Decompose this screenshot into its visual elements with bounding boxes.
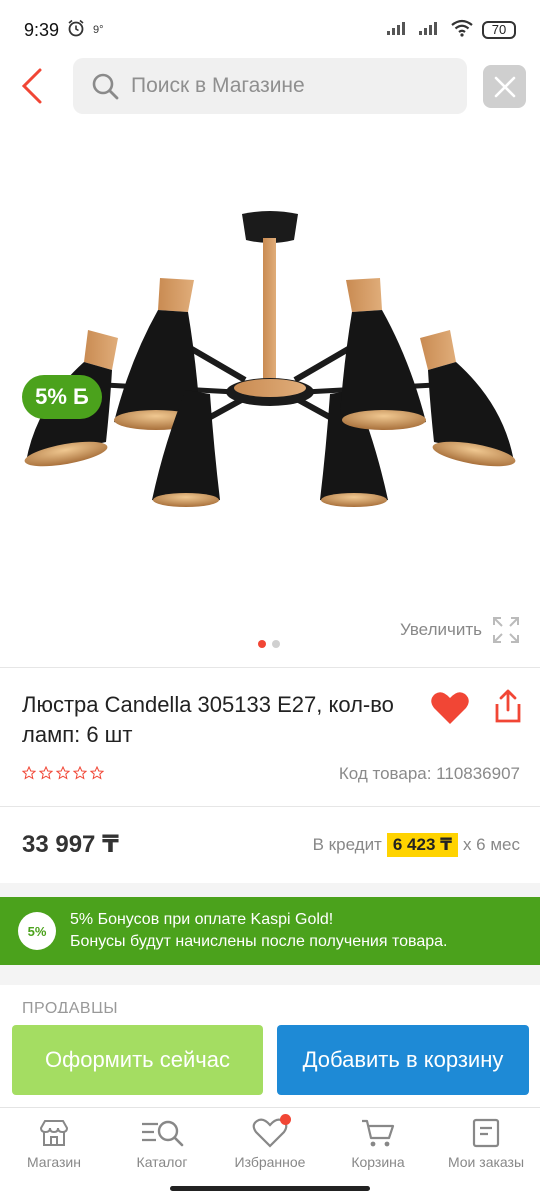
- bottom-tab-bar: Магазин Каталог Избранное Корзина Мои за…: [0, 1107, 540, 1180]
- tab-cart[interactable]: Корзина: [324, 1108, 432, 1180]
- search-box[interactable]: [73, 58, 467, 114]
- heart-icon: [431, 692, 469, 724]
- product-sku: Код товара: 110836907: [338, 764, 520, 783]
- star-icon: [22, 766, 36, 780]
- search-input[interactable]: [131, 74, 431, 98]
- star-icon: [39, 766, 53, 780]
- share-button[interactable]: [494, 688, 522, 724]
- credit-suffix: x 6 мес: [462, 835, 520, 854]
- product-title: Люстра Candella 305133 E27, кол-во ламп:…: [22, 692, 394, 747]
- divider: [0, 667, 540, 668]
- tab-label: Каталог: [136, 1154, 188, 1170]
- cart-icon: [362, 1119, 395, 1147]
- tab-label: Мои заказы: [447, 1154, 525, 1170]
- home-indicator[interactable]: [170, 1186, 370, 1191]
- favorite-button[interactable]: [430, 690, 470, 728]
- back-button[interactable]: [18, 66, 48, 106]
- tab-label: Корзина: [351, 1154, 405, 1170]
- zoom-label: Увеличить: [400, 620, 482, 639]
- tab-favorites[interactable]: Избранное: [216, 1108, 324, 1180]
- credit-info[interactable]: В кредит 6 423 ₸ x 6 мес: [313, 833, 520, 857]
- section-gap: [0, 965, 540, 985]
- bonus-banner-line2: Бонусы будут начислены после получения т…: [70, 933, 448, 950]
- notification-dot: [280, 1114, 291, 1125]
- tab-label: Магазин: [26, 1154, 81, 1170]
- credit-prefix: В кредит: [312, 835, 382, 854]
- search-icon: [92, 73, 119, 100]
- credit-amount: 6 423 ₸: [386, 833, 458, 857]
- action-bar: Оформить сейчас Добавить в корзину: [0, 1013, 540, 1105]
- close-icon: [494, 76, 515, 97]
- back-arrow-icon: [21, 68, 42, 104]
- star-icon: [56, 766, 70, 780]
- alarm-icon: [67, 19, 85, 42]
- bonus-badge: 5% Б: [22, 375, 102, 419]
- share-icon: [495, 689, 521, 723]
- bonus-banner-text: 5% Бонусов при оплате Kaspi Gold! Бонусы…: [70, 909, 447, 953]
- temperature-label: 9°: [93, 24, 104, 36]
- pagination-dot[interactable]: [272, 640, 280, 648]
- tab-catalog[interactable]: Каталог: [108, 1108, 216, 1180]
- top-bar: [0, 58, 540, 116]
- rating-stars: [22, 766, 104, 780]
- tab-label: Избранное: [234, 1154, 306, 1170]
- tab-shop[interactable]: Магазин: [0, 1108, 108, 1180]
- tab-orders[interactable]: Мои заказы: [432, 1108, 540, 1180]
- clear-search-button[interactable]: [483, 65, 526, 108]
- status-bar: 9:39 9° 70: [0, 0, 540, 60]
- image-pagination: [258, 640, 280, 648]
- pagination-dot-active[interactable]: [258, 640, 266, 648]
- signal-icon-2: [418, 20, 442, 41]
- battery-indicator: 70: [482, 21, 516, 39]
- shop-icon: [39, 1120, 69, 1146]
- star-icon: [90, 766, 104, 780]
- bonus-circle: 5%: [18, 912, 56, 950]
- star-icon: [73, 766, 87, 780]
- product-price: 33 997 ₸: [22, 831, 119, 858]
- signal-icon: [386, 20, 410, 41]
- add-to-cart-button[interactable]: Добавить в корзину: [277, 1025, 529, 1095]
- divider: [0, 806, 540, 807]
- section-gap: [0, 883, 540, 897]
- catalog-search-icon: [142, 1120, 184, 1147]
- bonus-banner[interactable]: 5% 5% Бонусов при оплате Kaspi Gold! Бон…: [0, 897, 540, 965]
- wifi-icon: [450, 19, 474, 42]
- checkout-now-button[interactable]: Оформить сейчас: [12, 1025, 263, 1095]
- orders-icon: [472, 1118, 500, 1148]
- zoom-link[interactable]: Увеличить: [400, 616, 520, 644]
- status-time: 9:39: [24, 19, 60, 40]
- expand-icon: [493, 617, 519, 643]
- bonus-banner-line1: 5% Бонусов при оплате Kaspi Gold!: [70, 911, 334, 928]
